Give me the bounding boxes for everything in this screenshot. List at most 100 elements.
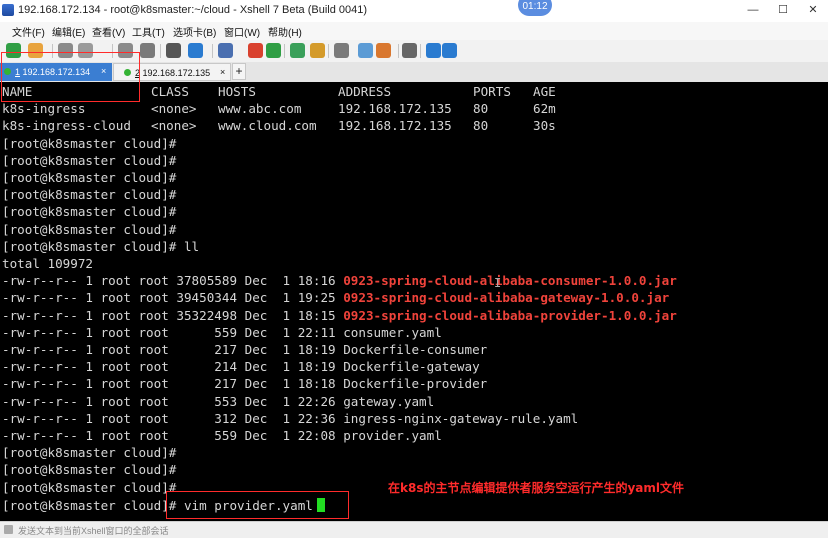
shell-prompt-line: [root@k8smaster cloud]#	[2, 186, 176, 203]
tab-label: 192.168.172.135	[142, 68, 211, 78]
shell-prompt: [root@k8smaster cloud]#	[2, 462, 177, 478]
compose-icon[interactable]	[358, 43, 373, 58]
file-listing-row: -rw-r--r-- 1 root root 217 Dec 1 18:18 D…	[2, 375, 487, 392]
table-cell: <none>	[151, 118, 197, 134]
toolbar-separator	[420, 44, 421, 58]
menu-window[interactable]: 窗口(W)	[224, 24, 260, 39]
command-line: [root@k8smaster cloud]# ll	[2, 238, 199, 255]
table-cell: www.cloud.com	[218, 118, 317, 134]
shell-prompt-line: [root@k8smaster cloud]#	[2, 461, 176, 478]
file-meta: -rw-r--r-- 1 root root 214 Dec 1 18:19	[2, 359, 344, 375]
file-meta: -rw-r--r-- 1 root root 217 Dec 1 18:18	[2, 376, 344, 392]
table-cell: k8s-ingress-cloud	[2, 118, 131, 134]
menu-bar: 文件(F) 编辑(E) 查看(V) 工具(T) 选项卡(B) 窗口(W) 帮助(…	[0, 22, 828, 40]
tab-highlight-box	[1, 52, 140, 102]
xmanager-icon[interactable]	[266, 43, 281, 58]
xftp-icon[interactable]	[248, 43, 263, 58]
file-meta: -rw-r--r-- 1 root root 217 Dec 1 18:19	[2, 342, 344, 357]
add-tab-button[interactable]: +	[232, 63, 246, 80]
toolbar-separator	[284, 44, 285, 58]
toolbar-separator	[160, 44, 161, 58]
file-listing-row: -rw-r--r-- 1 root root 35322498 Dec 1 18…	[2, 307, 677, 324]
terminal-output[interactable]: NAME CLASS HOSTS ADDRESS PORTS AGE k8s-ingress…	[0, 82, 828, 521]
shell-prompt: [root@k8smaster cloud]#	[2, 135, 177, 151]
table-cell: 192.168.172.135	[338, 101, 452, 117]
table-cell: <none>	[151, 101, 197, 117]
column-header: AGE	[533, 84, 556, 99]
search-icon[interactable]	[140, 43, 155, 58]
file-listing-row: -rw-r--r-- 1 root root 217 Dec 1 18:19 D…	[2, 341, 487, 358]
close-button[interactable]: ✕	[800, 3, 826, 18]
file-listing-row: -rw-r--r-- 1 root root 553 Dec 1 22:26 g…	[2, 393, 434, 410]
compose-bar-icon	[4, 525, 13, 534]
column-header: HOSTS	[218, 84, 256, 99]
file-listing-row: -rw-r--r-- 1 root root 559 Dec 1 22:08 p…	[2, 427, 442, 444]
column-header: PORTS	[473, 84, 511, 99]
menu-help[interactable]: 帮助(H)	[268, 24, 302, 39]
shell-prompt-line: [root@k8smaster cloud]#	[2, 135, 176, 152]
file-name: gateway.yaml	[343, 393, 435, 409]
shell-prompt: [root@k8smaster cloud]#	[2, 479, 177, 495]
column-header: ADDRESS	[338, 84, 392, 99]
toolbar-separator	[212, 44, 213, 58]
menu-edit[interactable]: 编辑(E)	[52, 24, 85, 39]
file-meta: -rw-r--r-- 1 root root 559 Dec 1 22:11	[2, 324, 344, 340]
font-icon[interactable]	[166, 43, 181, 58]
shell-prompt-line: [root@k8smaster cloud]#	[2, 203, 176, 220]
recording-timer: 01:12	[518, 0, 552, 16]
file-meta: -rw-r--r-- 1 root root 553 Dec 1 22:26	[2, 393, 344, 409]
shell-prompt-line: [root@k8smaster cloud]#	[2, 479, 176, 496]
shell-prompt-line: [root@k8smaster cloud]#	[2, 169, 176, 186]
toolbar-separator	[328, 44, 329, 58]
total-text: total 109972	[2, 256, 93, 271]
file-name: Dockerfile-gateway	[343, 359, 480, 375]
command-text: [root@k8smaster cloud]# ll	[2, 238, 200, 254]
menu-tools[interactable]: 工具(T)	[132, 24, 165, 39]
file-listing-row: -rw-r--r-- 1 root root 312 Dec 1 22:36 i…	[2, 410, 578, 427]
jar-file-name: 0923-spring-cloud-alibaba-gateway-1.0.0.…	[343, 290, 670, 306]
tab-close-icon[interactable]: ×	[220, 67, 225, 77]
globe-icon[interactable]	[188, 43, 203, 58]
file-meta: -rw-r--r-- 1 root root 35322498 Dec 1 18…	[2, 307, 344, 323]
status-bar: 发送文本到当前Xshell窗口的全部会话	[0, 521, 828, 538]
maximize-button[interactable]: ☐	[770, 3, 796, 18]
minimize-button[interactable]: —	[740, 3, 766, 18]
file-listing-row: -rw-r--r-- 1 root root 37805589 Dec 1 18…	[2, 272, 677, 289]
chat-icon[interactable]	[442, 43, 457, 58]
jar-file-name: 0923-spring-cloud-alibaba-provider-1.0.0…	[343, 307, 677, 323]
file-name: provider.yaml	[343, 428, 442, 443]
shell-prompt: [root@k8smaster cloud]#	[2, 187, 177, 203]
lock-icon[interactable]	[310, 43, 325, 58]
file-listing-row: -rw-r--r-- 1 root root 39450344 Dec 1 19…	[2, 289, 669, 306]
shell-prompt: [root@k8smaster cloud]#	[2, 170, 177, 185]
file-listing-row: -rw-r--r-- 1 root root 559 Dec 1 22:11 c…	[2, 324, 442, 341]
shell-prompt-line: [root@k8smaster cloud]#	[2, 444, 176, 461]
menu-file[interactable]: 文件(F)	[12, 24, 45, 39]
total-line: total 109972	[2, 255, 93, 272]
file-name: consumer.yaml	[343, 324, 442, 340]
menu-tab[interactable]: 选项卡(B)	[173, 24, 216, 39]
camera-icon[interactable]	[376, 43, 391, 58]
xshell-app-icon	[2, 4, 14, 16]
table-cell: 192.168.172.135	[338, 118, 452, 134]
help-icon[interactable]	[426, 43, 441, 58]
layout-icon[interactable]	[402, 43, 417, 58]
script-icon[interactable]	[218, 43, 233, 58]
status-text[interactable]: 发送文本到当前Xshell窗口的全部会话	[18, 524, 169, 537]
file-name: Dockerfile-consumer	[343, 342, 488, 357]
transfer-icon[interactable]	[290, 43, 305, 58]
keyboard-icon[interactable]	[334, 43, 349, 58]
file-listing-row: -rw-r--r-- 1 root root 214 Dec 1 18:19 D…	[2, 358, 480, 375]
toolbar-separator	[398, 44, 399, 58]
jar-file-name: 0923-spring-cloud-alibaba-consumer-1.0.0…	[343, 273, 677, 289]
file-meta: -rw-r--r-- 1 root root 312 Dec 1 22:36	[2, 410, 344, 426]
title-bar: 192.168.172.134 - root@k8smaster:~/cloud…	[0, 0, 828, 23]
file-name: Dockerfile-provider	[343, 376, 488, 392]
file-name: ingress-nginx-gateway-rule.yaml	[343, 410, 579, 426]
command-highlight-box	[166, 491, 349, 519]
shell-prompt: [root@k8smaster cloud]#	[2, 221, 177, 237]
annotation-note: 在k8s的主节点编辑提供者服务空运行产生的yaml文件	[388, 481, 685, 495]
shell-prompt: [root@k8smaster cloud]#	[2, 204, 177, 220]
column-header: CLASS	[151, 84, 189, 99]
menu-view[interactable]: 查看(V)	[92, 24, 125, 39]
